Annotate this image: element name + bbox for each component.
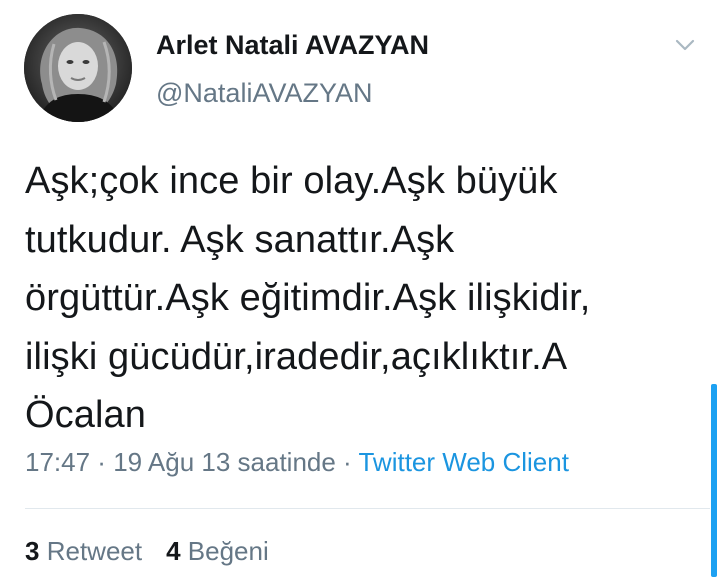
meta-separator: · [90, 447, 114, 477]
chevron-down-icon[interactable] [672, 34, 698, 56]
tweet-text-line: ilişki gücüdür,iradedir,açıklıktır.A [25, 335, 568, 378]
tweet-text-line: tutkudur. Aşk sanattır.Aşk [25, 218, 455, 261]
meta-separator: · [335, 447, 359, 477]
tweet-metadata: 17:47 · 19 Ağu 13 saatinde · Twitter Web… [25, 447, 569, 478]
scrollbar[interactable] [711, 384, 717, 577]
tweet-stats: 3 Retweet 4 Beğeni [25, 536, 269, 567]
retweets-count: 3 [25, 536, 40, 566]
tweet-text-line: Öcalan [25, 394, 147, 436]
tweet-card: Arlet Natali AVAZYAN @NataliAVAZYAN Aşk;… [0, 0, 720, 577]
author-name[interactable]: Arlet Natali AVAZYAN [156, 30, 429, 61]
retweets-stat[interactable]: 3 Retweet [25, 536, 142, 566]
tweet-text-line: örgüttür.Aşk eğitimdir.Aşk ilişkidir, [25, 277, 591, 319]
tweet-time[interactable]: 17:47 [25, 447, 90, 477]
tweet-source-link[interactable]: Twitter Web Client [358, 447, 568, 477]
author-handle[interactable]: @NataliAVAZYAN [156, 78, 372, 109]
tweet-text-line: Aşk;çok ince bir olay.Aşk büyük [25, 160, 558, 202]
tweet-date[interactable]: 19 Ağu 13 saatinde [113, 447, 336, 477]
avatar[interactable] [24, 14, 132, 122]
likes-label: Beğeni [187, 536, 269, 566]
divider [25, 508, 710, 509]
profile-photo-icon [24, 14, 132, 122]
tweet-text: Aşk;çok ince bir olay.Aşk büyük tutkudur… [25, 152, 705, 445]
likes-stat[interactable]: 4 Beğeni [166, 536, 269, 566]
retweets-label: Retweet [46, 536, 143, 566]
likes-count: 4 [166, 536, 181, 566]
